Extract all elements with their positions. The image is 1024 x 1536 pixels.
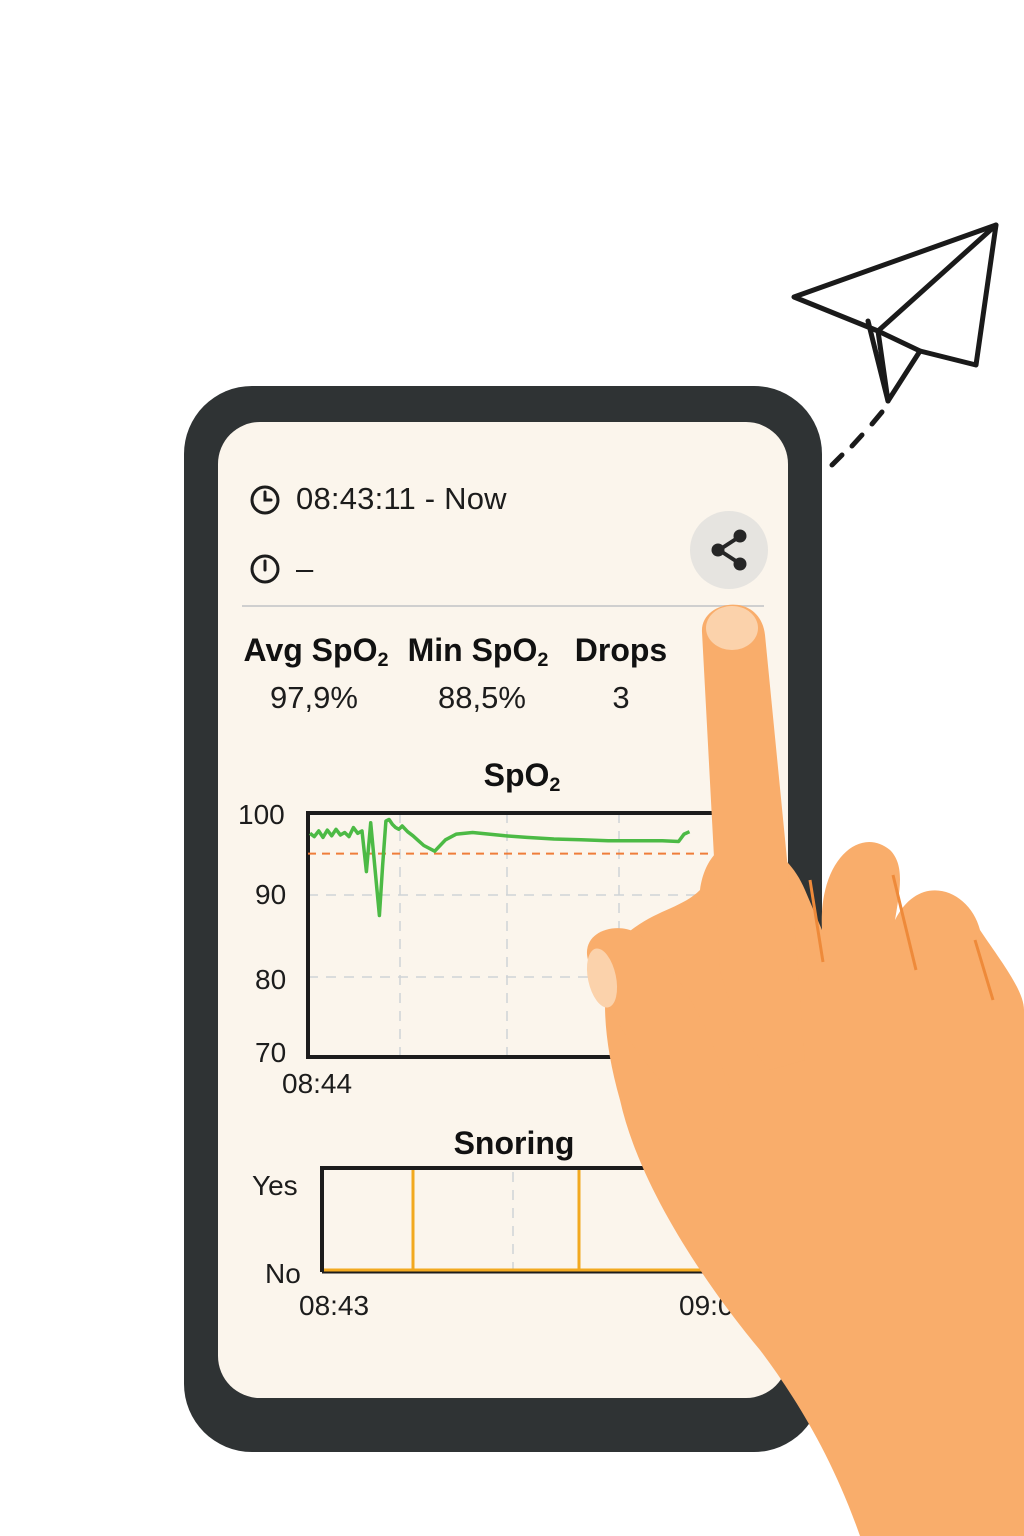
snoring-ytick-yes: Yes xyxy=(252,1170,298,1201)
spo2-ytick-100: 100 xyxy=(238,799,285,830)
session-duration: – xyxy=(296,551,314,586)
avg-spo2-label: Avg SpO2 xyxy=(243,632,389,671)
session-time-range: 08:43:11 - Now xyxy=(296,481,507,516)
spo2-ytick-70: 70 xyxy=(255,1037,287,1068)
spo2-ytick-80: 80 xyxy=(255,964,287,995)
snoring-xtick-start: 08:43 xyxy=(299,1290,370,1321)
min-spo2-value: 88,5% xyxy=(438,680,526,715)
share-icon xyxy=(711,529,747,571)
snoring-ytick-no: No xyxy=(265,1258,301,1289)
share-button[interactable] xyxy=(690,511,768,589)
timer-icon xyxy=(249,553,281,585)
hand-illustration: .skin{fill:#f9ad6b;} .crease{stroke:#ee8… xyxy=(586,604,1024,1536)
spo2-ytick-90: 90 xyxy=(255,879,287,910)
min-spo2-label: Min SpO2 xyxy=(407,632,549,671)
clock-icon xyxy=(249,484,281,516)
spo2-xtick-start: 08:44 xyxy=(282,1068,353,1099)
avg-spo2-value: 97,9% xyxy=(270,680,358,715)
